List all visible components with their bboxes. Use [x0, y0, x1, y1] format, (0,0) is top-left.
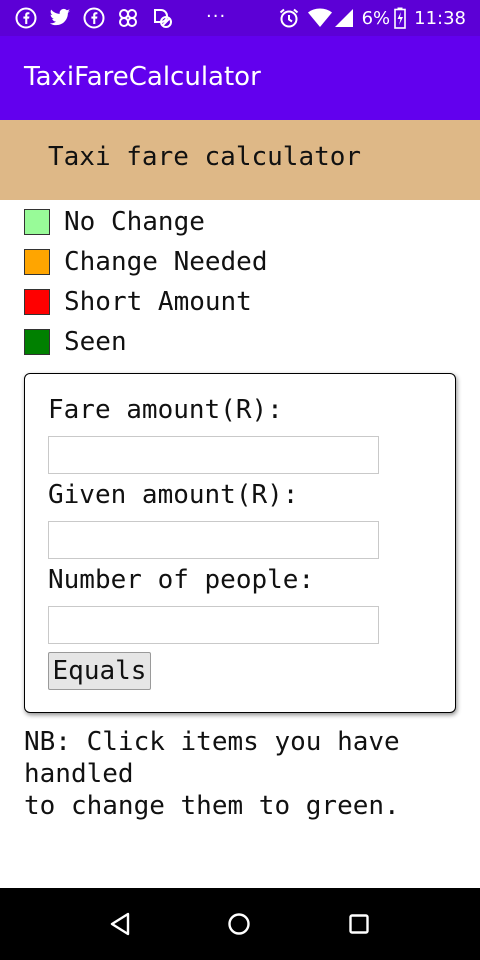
equals-button[interactable]: Equals [48, 652, 151, 690]
wifi-icon [307, 8, 332, 28]
alarm-icon [278, 7, 300, 29]
home-icon[interactable] [221, 906, 257, 942]
legend-label: Seen [64, 327, 127, 357]
seen-swatch [24, 329, 50, 355]
legend-label: Short Amount [64, 287, 252, 317]
number-of-people-input[interactable] [48, 606, 379, 644]
clock: 11:38 [414, 7, 466, 29]
legend-item-short-amount: Short Amount [24, 282, 268, 322]
back-icon[interactable] [102, 906, 138, 942]
status-bar: ··· 6% 11:38 [0, 0, 480, 36]
system-status: 6% 11:38 [270, 6, 466, 30]
page-heading: Taxi fare calculator [48, 142, 362, 172]
legend-item-change-needed: Change Needed [24, 242, 268, 282]
more-notifications-indicator: ··· [206, 6, 227, 27]
color-legend: No Change Change Needed Short Amount See… [24, 202, 268, 362]
no-disturb-icon [150, 7, 174, 29]
cell-signal-icon [334, 8, 354, 28]
short-amount-swatch [24, 289, 50, 315]
given-amount-label: Given amount(R): [48, 480, 299, 510]
change-needed-swatch [24, 249, 50, 275]
given-amount-input[interactable] [48, 521, 379, 559]
app-bar: TaxiFareCalculator [0, 36, 480, 120]
pinwheel-icon [116, 7, 140, 29]
facebook-icon [14, 7, 38, 29]
facebook-icon [82, 7, 106, 29]
no-change-swatch [24, 209, 50, 235]
battery-charging-icon [394, 7, 406, 29]
instruction-note: NB: Click items you have handled to chan… [24, 727, 400, 821]
recents-icon[interactable] [341, 906, 377, 942]
twitter-icon [48, 7, 72, 29]
notification-icons [14, 7, 184, 29]
legend-label: No Change [64, 207, 205, 237]
battery-percentage: 6% [361, 7, 391, 29]
legend-item-no-change: No Change [24, 202, 268, 242]
number-of-people-label: Number of people: [48, 565, 315, 595]
system-nav-bar [0, 888, 480, 960]
fare-amount-label: Fare amount(R): [48, 395, 283, 425]
legend-label: Change Needed [64, 247, 268, 277]
header-band: Taxi fare calculator [0, 120, 480, 200]
fare-amount-input[interactable] [48, 436, 379, 474]
fare-calculator-form: Fare amount(R): Given amount(R): Number … [24, 373, 456, 713]
legend-item-seen: Seen [24, 322, 268, 362]
app-title: TaxiFareCalculator [24, 62, 261, 92]
